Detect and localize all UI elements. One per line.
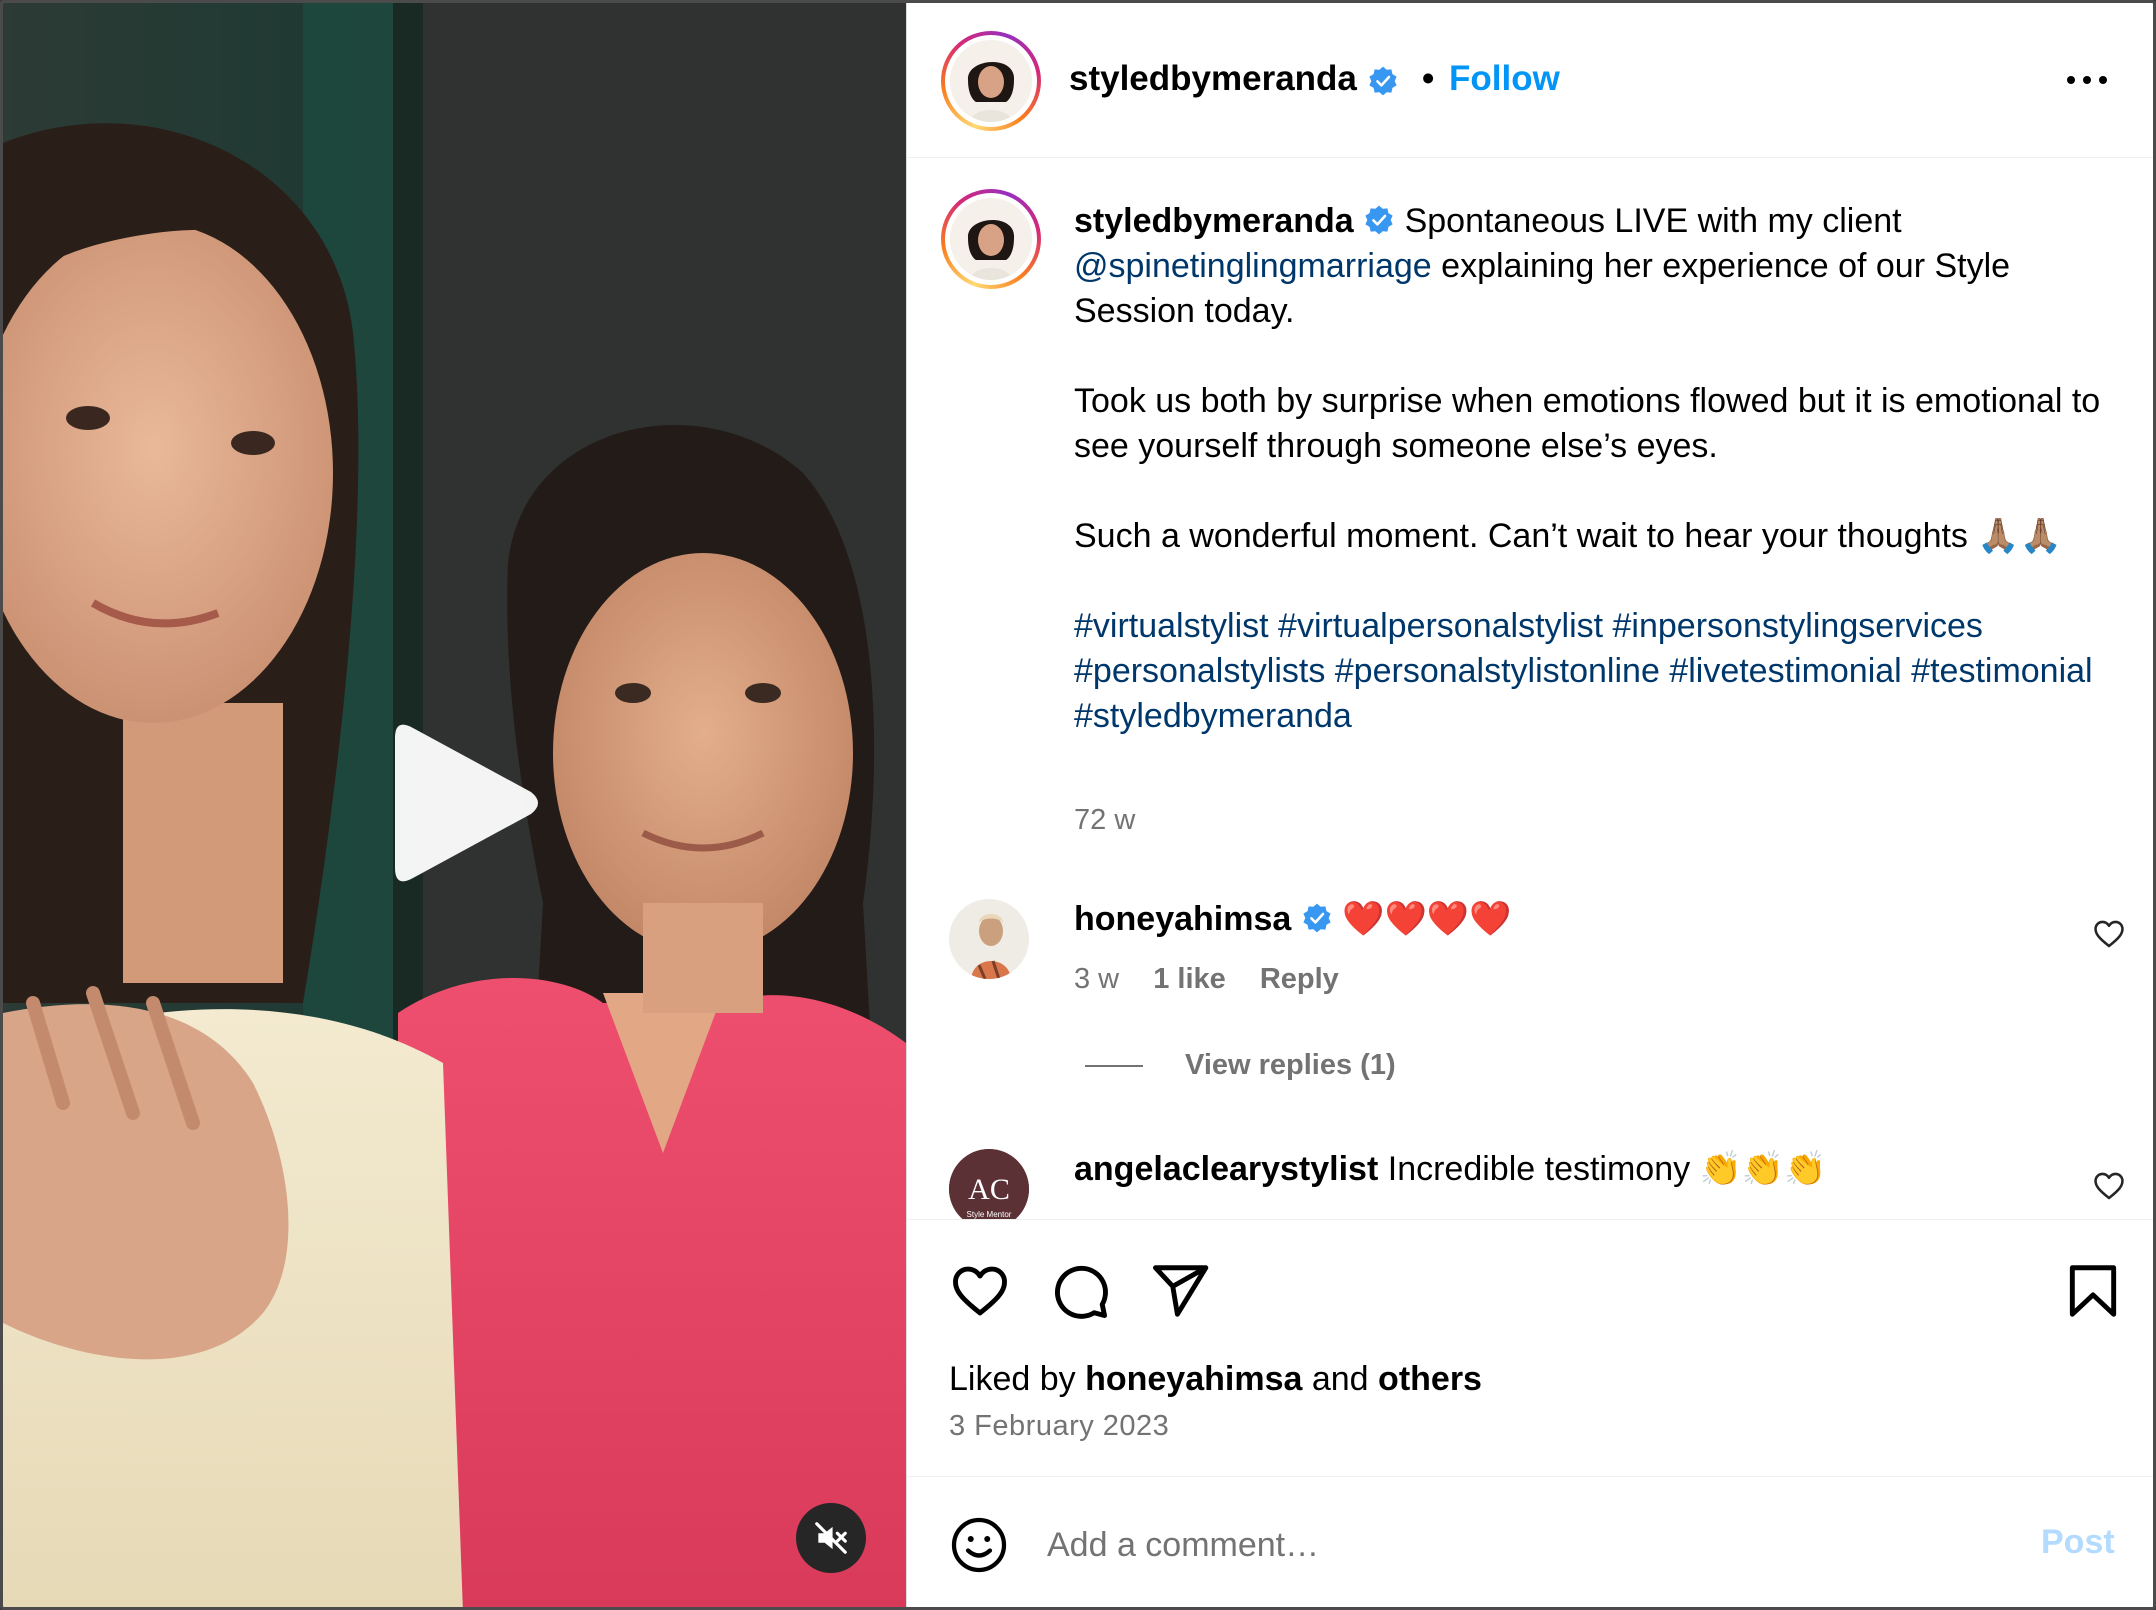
verified-badge-icon xyxy=(1365,205,1393,235)
caption-hashtags[interactable]: #virtualstylist #virtualpersonalstylist … xyxy=(1074,604,2114,739)
more-options-icon xyxy=(2067,76,2107,84)
commenter-logo: AC Style Mentor xyxy=(949,1149,1029,1219)
caption-line1: Spontaneous LIVE with my client xyxy=(1404,202,1902,240)
liked-by-text: Liked by honeyahimsa and others xyxy=(949,1360,1482,1398)
bookmark-icon[interactable] xyxy=(2062,1260,2124,1322)
comment-text: Incredible testimony 👏👏👏 xyxy=(1387,1150,1827,1188)
verified-badge-icon xyxy=(1303,903,1331,933)
post-caption: styledbymeranda Spontaneous LIVE with my… xyxy=(1074,199,2114,739)
comment-text: ❤️❤️❤️❤️ xyxy=(1342,900,1512,938)
verified-badge-icon xyxy=(1369,66,1397,96)
more-options-button[interactable] xyxy=(2062,65,2112,95)
author-avatar[interactable] xyxy=(941,31,1041,131)
commenter-username[interactable]: honeyahimsa xyxy=(1074,900,1291,938)
view-replies-button[interactable]: View replies (1) xyxy=(1085,1049,1396,1082)
heart-icon[interactable] xyxy=(949,1260,1011,1322)
post-actions: Liked by honeyahimsa and others 3 Februa… xyxy=(907,1219,2153,1475)
commenter-avatar[interactable]: AC Style Mentor xyxy=(949,1149,1029,1219)
liked-by-others-link[interactable]: others xyxy=(1378,1360,1482,1398)
svg-text:Style Mentor: Style Mentor xyxy=(967,1210,1012,1219)
add-comment-bar: Post xyxy=(907,1476,2153,1607)
comment-like-heart-icon[interactable] xyxy=(2092,1169,2126,1203)
post-header: styledbymeranda • Follow xyxy=(907,3,2153,158)
paper-plane-icon[interactable] xyxy=(1149,1260,1211,1322)
caption-timestamp[interactable]: 72 w xyxy=(1074,804,1135,837)
mute-toggle-button[interactable] xyxy=(796,1503,866,1573)
comment-likes[interactable]: 1 like xyxy=(1153,963,1226,995)
play-button[interactable] xyxy=(383,718,543,888)
post-video[interactable] xyxy=(3,3,906,1607)
comments-scroll-area[interactable]: styledbymeranda Spontaneous LIVE with my… xyxy=(907,159,2153,1219)
caption-paragraph-3: Such a wonderful moment. Can’t wait to h… xyxy=(1074,517,2063,555)
play-icon xyxy=(395,724,538,882)
post-modal: styledbymeranda • Follow styledbymeranda… xyxy=(0,0,2156,1610)
post-comment-button[interactable]: Post xyxy=(2041,1523,2115,1562)
comment-like-heart-icon[interactable] xyxy=(2092,917,2126,951)
liked-by-user-link[interactable]: honeyahimsa xyxy=(1085,1360,1302,1398)
author-photo xyxy=(950,40,1032,122)
caption-paragraph-2: Took us both by surprise when emotions f… xyxy=(1074,382,2101,465)
author-username[interactable]: styledbymeranda xyxy=(1069,59,1399,99)
caption-username[interactable]: styledbymeranda xyxy=(1074,202,1354,240)
comment-input[interactable] xyxy=(1047,1517,1887,1573)
muted-speaker-icon xyxy=(815,1522,847,1554)
comment-reply-button[interactable]: Reply xyxy=(1260,963,1339,995)
commenter-username[interactable]: angelaclearystylist xyxy=(1074,1150,1378,1188)
caption-author-avatar[interactable] xyxy=(941,189,1041,289)
commenter-photo xyxy=(949,899,1029,979)
post-date[interactable]: 3 February 2023 xyxy=(949,1410,1169,1443)
caption-mention-link[interactable]: @spinetinglingmarriage xyxy=(1074,247,1432,285)
svg-text:AC: AC xyxy=(968,1173,1010,1206)
post-details-panel: styledbymeranda • Follow styledbymeranda… xyxy=(906,3,2153,1607)
header-separator: • xyxy=(1422,59,1435,98)
emoji-smile-icon[interactable] xyxy=(949,1515,1009,1575)
comment-bubble-icon[interactable] xyxy=(1049,1260,1111,1322)
caption-author-photo xyxy=(950,198,1032,280)
follow-button[interactable]: Follow xyxy=(1449,59,1560,99)
commenter-avatar[interactable] xyxy=(949,899,1029,979)
comment-time[interactable]: 3 w xyxy=(1074,963,1119,995)
